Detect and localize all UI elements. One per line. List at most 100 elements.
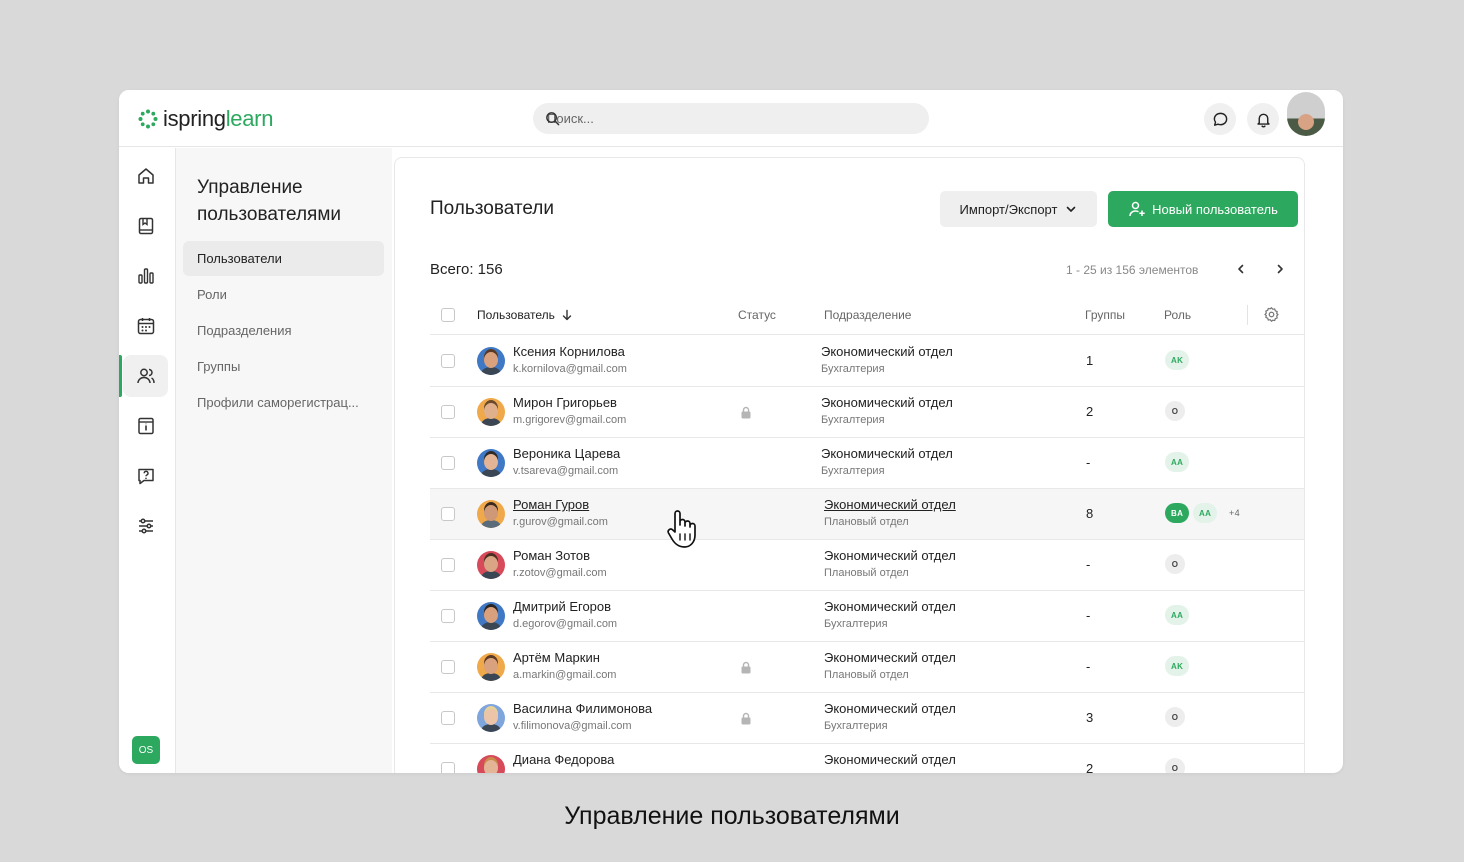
table-row[interactable]: Роман Гуров r.gurov@gmail.com Экономически… [430, 489, 1304, 540]
table-row[interactable]: Ксения Корнилова k.kornilova@gmail.com Эко… [430, 336, 1304, 387]
table-row[interactable]: Артём Маркин a.markin@gmail.com Экономичес… [430, 642, 1304, 693]
user-name[interactable]: Вероника Царева [513, 446, 620, 461]
group-count: - [1086, 659, 1091, 674]
row-checkbox[interactable] [441, 405, 455, 419]
top-bar: ispringlearn [119, 90, 1343, 147]
rail-calendar[interactable] [123, 305, 168, 347]
import-export-button[interactable]: Импорт/Экспорт [940, 191, 1097, 227]
role-badge: BA [1165, 503, 1190, 523]
user-name[interactable]: Василина Филимонова [513, 701, 652, 716]
row-checkbox[interactable] [441, 456, 455, 470]
search-bar[interactable] [533, 103, 929, 134]
info-card-icon [137, 417, 154, 435]
rail-home[interactable] [123, 155, 168, 197]
user-name[interactable]: Артём Маркин [513, 650, 600, 665]
home-icon [137, 168, 154, 184]
lock-icon [741, 712, 751, 725]
table-row[interactable]: Василина Филимонова v.filimonova@gmail.co… [430, 693, 1304, 744]
group-count: 8 [1086, 506, 1094, 521]
rail-info[interactable] [123, 405, 168, 447]
avatar-body [481, 520, 501, 528]
row-checkbox[interactable] [441, 507, 455, 521]
ispring-logo-icon [138, 109, 158, 129]
role-badge: AA [1193, 503, 1218, 523]
user-name[interactable]: Роман Зотов [513, 548, 590, 563]
rail-learning[interactable] [123, 205, 168, 247]
import-export-label: Импорт/Экспорт [959, 201, 1058, 217]
table-header: Пользователь Статус Подразделение Группы… [430, 295, 1304, 335]
subnav-item-groups[interactable]: Группы [183, 349, 384, 384]
row-checkbox[interactable] [441, 711, 455, 725]
logo-word-learn: learn [225, 106, 274, 131]
department-name[interactable]: Экономический отдел [824, 497, 956, 512]
row-checkbox[interactable] [441, 609, 455, 623]
table-row[interactable]: Диана Федорова Экономический отдел 2 O [430, 744, 1304, 773]
row-checkbox[interactable] [441, 354, 455, 368]
user-email: k.kornilova@gmail.com [513, 363, 627, 375]
section-title: Управление пользователями [197, 177, 341, 225]
subnav-item-departments[interactable]: Подразделения [183, 313, 384, 348]
group-count: - [1086, 608, 1091, 623]
avatar [477, 755, 505, 773]
avatar [477, 551, 505, 579]
add-user-icon [1129, 201, 1145, 217]
table-row[interactable]: Вероника Царева v.tsareva@gmail.com Эконом… [430, 438, 1304, 489]
user-email: r.zotov@gmail.com [513, 567, 607, 579]
subnav-item-roles[interactable]: Роли [183, 277, 384, 312]
calendar-icon [137, 318, 154, 335]
sub-department: Бухгалтерия [821, 414, 885, 426]
group-count: 1 [1086, 353, 1094, 368]
hand-pointer-icon [667, 510, 696, 548]
select-all-checkbox[interactable] [441, 308, 455, 322]
rail-help[interactable] [123, 455, 168, 497]
table-row[interactable]: Роман Зотов r.zotov@gmail.com Экономически… [430, 540, 1304, 591]
avatar-head [484, 505, 498, 521]
chevron-down-icon [1067, 206, 1076, 212]
new-user-button[interactable]: Новый пользователь [1108, 191, 1298, 227]
subnav-item-self-registration[interactable]: Профили саморегистрац... [183, 385, 384, 420]
group-count: - [1086, 455, 1091, 470]
chevron-right-icon [1277, 264, 1283, 274]
workspace-badge[interactable]: OS [132, 736, 160, 764]
caption: Управление пользователями [564, 802, 900, 830]
chat-button[interactable] [1204, 103, 1236, 135]
column-user-label: Пользователь [477, 308, 555, 322]
pagination-range: 1 - 25 из 156 элементов [1066, 263, 1199, 277]
search-input[interactable] [533, 103, 929, 134]
avatar-body [481, 367, 501, 375]
total-count: Всего: 156 [430, 261, 503, 278]
department-name: Экономический отдел [821, 446, 953, 461]
rail-users[interactable] [123, 355, 168, 397]
group-count: 3 [1086, 710, 1094, 725]
sub-department: Плановый отдел [824, 567, 909, 579]
user-name[interactable]: Ксения Корнилова [513, 344, 625, 359]
user-name[interactable]: Мирон Григорьев [513, 395, 617, 410]
avatar-head [484, 556, 498, 572]
logo[interactable]: ispringlearn [137, 106, 273, 132]
gear-icon[interactable] [1263, 306, 1280, 323]
notifications-button[interactable] [1247, 103, 1279, 135]
lock-icon [741, 406, 751, 419]
column-user[interactable]: Пользователь [477, 308, 573, 322]
user-name[interactable]: Диана Федорова [513, 752, 614, 767]
user-avatar[interactable] [1287, 92, 1325, 136]
avatar-body [481, 724, 501, 732]
user-name[interactable]: Дмитрий Егоров [513, 599, 611, 614]
row-checkbox[interactable] [441, 660, 455, 674]
subnav-item-users[interactable]: Пользователи [183, 241, 384, 276]
role-badge: O [1165, 554, 1185, 574]
rail-settings[interactable] [123, 505, 168, 547]
prev-page-button[interactable] [1231, 259, 1251, 279]
rail-reports[interactable] [123, 255, 168, 297]
table-row[interactable]: Мирон Григорьев m.grigorev@gmail.com Эконо… [430, 387, 1304, 438]
row-checkbox[interactable] [441, 558, 455, 572]
role-badge: AK [1165, 656, 1190, 676]
row-checkbox[interactable] [441, 762, 455, 773]
department-name: Экономический отдел [824, 548, 956, 563]
table-row[interactable]: Дмитрий Егоров d.egorov@gmail.com Экономич… [430, 591, 1304, 642]
sliders-icon [138, 518, 153, 534]
sub-department: Плановый отдел [824, 669, 909, 681]
avatar-body [481, 622, 501, 630]
user-name[interactable]: Роман Гуров [513, 497, 589, 512]
next-page-button[interactable] [1270, 259, 1290, 279]
